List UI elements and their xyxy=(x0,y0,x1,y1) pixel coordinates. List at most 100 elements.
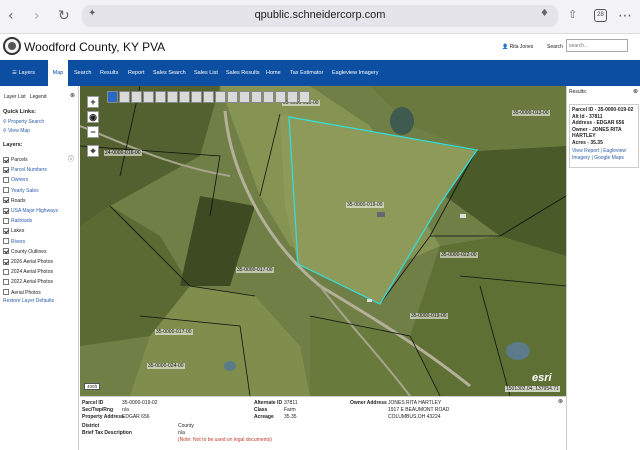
restore-defaults-link[interactable]: Restore Layer Defaults xyxy=(3,298,54,304)
value-sec-twp-rng: n/a xyxy=(122,407,129,413)
url-text: qpublic.schneidercorp.com xyxy=(254,9,386,21)
zoom-box-tool-icon[interactable] xyxy=(263,91,274,103)
layer-checkbox[interactable] xyxy=(3,268,9,275)
layer-item[interactable]: Aerial Photos xyxy=(3,289,41,297)
identify-tool-icon[interactable] xyxy=(119,91,130,103)
settings-tool-icon[interactable] xyxy=(299,91,310,103)
share-tool-icon[interactable] xyxy=(287,91,298,103)
layer-checkbox[interactable] xyxy=(3,289,9,296)
value-owner-city: COLUMBUS,OH 43224 xyxy=(388,414,441,420)
nav-sales-results[interactable]: Sales Results xyxy=(226,60,260,86)
nav-eagleview[interactable]: Eagleview Imagery xyxy=(332,60,378,86)
layer-item[interactable]: Yearly Sales xyxy=(3,187,39,195)
info-tool-icon[interactable] xyxy=(107,91,118,103)
nav-tax-estimator[interactable]: Tax Estimator xyxy=(290,60,323,86)
layer-checkbox[interactable] xyxy=(3,248,9,255)
globe-icon[interactable]: ◉ xyxy=(87,111,99,123)
bookmark-tool-icon[interactable] xyxy=(239,91,250,103)
reload-icon[interactable]: ↻ xyxy=(58,8,70,24)
header-search-input[interactable] xyxy=(566,39,628,52)
tab-count-button[interactable]: 28 xyxy=(594,9,607,22)
layer-label: Parcels xyxy=(11,157,28,163)
layer-checkbox[interactable] xyxy=(3,166,9,173)
tab-layer-list[interactable]: Layer List xyxy=(4,94,26,100)
forward-icon[interactable]: › xyxy=(34,8,40,24)
result-owner: Owner - JONES RITA HARTLEY xyxy=(572,126,622,140)
layer-label: Roads xyxy=(11,197,26,204)
layer-checkbox[interactable] xyxy=(3,187,9,194)
pva-logo[interactable] xyxy=(3,37,21,55)
layer-label: County Outlines xyxy=(11,248,47,255)
label-sec-twp-rng: Sec/Twp/Rng xyxy=(82,407,114,413)
layer-checkbox[interactable] xyxy=(3,238,9,245)
draw-tool-icon[interactable] xyxy=(167,91,178,103)
parcel-number-label: 35-0000-024-00 xyxy=(147,363,185,369)
nav-layers[interactable]: ☰ Layers xyxy=(12,60,35,86)
layer-checkbox[interactable] xyxy=(3,258,9,265)
layer-checkbox[interactable] xyxy=(3,228,9,235)
layer-checkbox[interactable] xyxy=(3,197,9,204)
layer-checkbox[interactable] xyxy=(3,207,9,214)
result-card[interactable]: Parcel ID - 35-0000-019-02 Alt Id - 3781… xyxy=(569,104,639,168)
layer-checkbox[interactable] xyxy=(3,279,9,286)
full-extent-tool-icon[interactable] xyxy=(275,91,286,103)
layer-item[interactable]: Owners xyxy=(3,176,28,184)
link-property-search[interactable]: ⚲ Property Search xyxy=(3,119,44,125)
layer-item[interactable]: 2024 Aerial Photos xyxy=(3,268,53,276)
layer-item[interactable]: Parcel Numbers xyxy=(3,166,47,174)
nav-report[interactable]: Report xyxy=(128,60,145,86)
nav-map[interactable]: Map xyxy=(48,60,68,86)
layer-item[interactable]: Roads xyxy=(3,197,25,205)
measure-tool-icon[interactable] xyxy=(155,91,166,103)
value-property-address: EDGAR 656 xyxy=(122,414,150,420)
layer-item[interactable]: Railroads xyxy=(3,217,32,225)
export-tool-icon[interactable] xyxy=(227,91,238,103)
map-canvas[interactable] xyxy=(80,86,566,396)
microphone-icon[interactable]: ♦ xyxy=(540,8,549,19)
parcel-number-label: 35-0000-019-00 xyxy=(410,313,448,319)
layer-item[interactable]: Parcels xyxy=(3,156,28,164)
nav-home[interactable]: Home xyxy=(266,60,281,86)
layer-label: Owners xyxy=(11,177,29,184)
close-panel-icon[interactable]: ⊗ xyxy=(70,92,75,99)
tab-legend[interactable]: Legend xyxy=(30,94,47,100)
results-panel: Results: ⊗ Parcel ID - 35-0000-019-02 Al… xyxy=(566,86,640,450)
select-tool-icon[interactable] xyxy=(131,91,142,103)
text-tool-icon[interactable] xyxy=(191,91,202,103)
share-icon[interactable]: ⇧ xyxy=(568,8,577,21)
layer-item[interactable]: Rivers xyxy=(3,238,25,246)
layer-item[interactable]: County Outlines xyxy=(3,248,47,256)
result-view-links[interactable]: View Report | Eagleview Imagery | Google… xyxy=(572,148,636,161)
info-icon[interactable]: ⓘ xyxy=(68,154,74,163)
print-tool-icon[interactable] xyxy=(215,91,226,103)
buffer-tool-icon[interactable] xyxy=(143,91,154,103)
layer-item[interactable]: 2026 Aerial Photos xyxy=(3,258,53,266)
layer-item[interactable]: Lakes xyxy=(3,227,24,235)
nav-results[interactable]: Results xyxy=(100,60,118,86)
more-icon[interactable]: ⋯ xyxy=(618,8,632,24)
address-bar[interactable]: ✦ qpublic.schneidercorp.com ♦ xyxy=(82,5,558,27)
layer-checkbox[interactable] xyxy=(3,217,9,224)
value-class: Farm xyxy=(284,407,296,413)
zoom-in-button[interactable]: + xyxy=(87,96,99,108)
nav-sales-list[interactable]: Sales List xyxy=(194,60,218,86)
site-title[interactable]: Woodford County, KY PVA xyxy=(24,40,165,54)
layers-title: Layers: xyxy=(3,142,23,148)
layer-checkbox[interactable] xyxy=(3,177,9,184)
layer-item[interactable]: USA Major Highways xyxy=(3,207,58,215)
layer-checkbox[interactable] xyxy=(3,156,9,163)
back-icon[interactable]: ‹ xyxy=(8,8,14,24)
close-info-icon[interactable]: ⊗ xyxy=(558,398,563,405)
close-results-icon[interactable]: ⊗ xyxy=(633,88,638,95)
link-view-map[interactable]: ⚲ View Map xyxy=(3,128,30,134)
nav-search[interactable]: Search xyxy=(74,60,91,86)
erase-tool-icon[interactable] xyxy=(203,91,214,103)
nav-sales-search[interactable]: Sales Search xyxy=(153,60,186,86)
user-name[interactable]: 👤 Rita Jones xyxy=(502,44,533,50)
area-tool-icon[interactable] xyxy=(179,91,190,103)
value-owner-name: JONES RITA HARTLEY xyxy=(388,400,442,406)
locate-icon[interactable]: ⌖ xyxy=(87,145,99,157)
pan-tool-icon[interactable] xyxy=(251,91,262,103)
zoom-out-button[interactable]: − xyxy=(87,126,99,138)
layer-item[interactable]: 2022 Aerial Photos xyxy=(3,278,53,286)
